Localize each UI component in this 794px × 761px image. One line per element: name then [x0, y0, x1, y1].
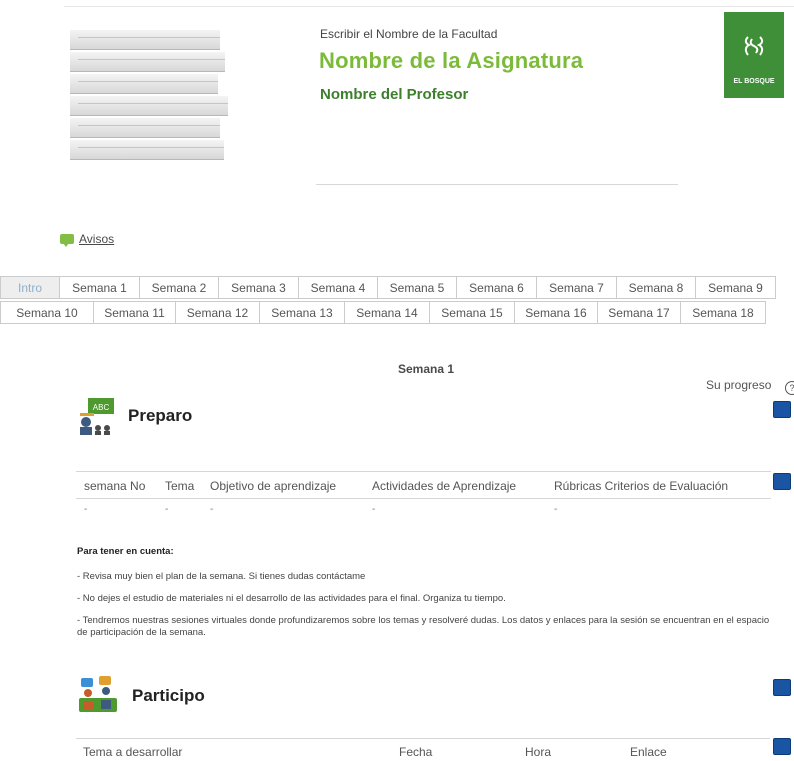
progress-label: Su progreso: [706, 378, 772, 392]
tab-semana-13[interactable]: Semana 13: [260, 301, 345, 324]
week-tabs-row-1: Intro Semana 1 Semana 2 Semana 3 Semana …: [0, 276, 776, 299]
book: [70, 96, 228, 116]
table-cell: -: [372, 504, 376, 515]
book: [70, 52, 225, 72]
preparo-icon: ABC: [80, 398, 114, 435]
university-seal-icon: [744, 36, 764, 56]
note-item: - Tendremos nuestras sesiones virtuales …: [77, 615, 770, 638]
svg-text:ABC: ABC: [93, 403, 110, 412]
tab-semana-2[interactable]: Semana 2: [140, 276, 219, 299]
notes-title: Para tener en cuenta:: [77, 546, 174, 557]
table-cell: -: [554, 504, 558, 515]
book: [70, 118, 220, 138]
note-item: - No dejes el estudio de materiales ni e…: [77, 593, 506, 604]
tab-semana-18[interactable]: Semana 18: [681, 301, 766, 324]
tab-semana-11[interactable]: Semana 11: [94, 301, 176, 324]
table-cell: -: [165, 504, 169, 515]
tab-semana-6[interactable]: Semana 6: [457, 276, 537, 299]
tab-semana-7[interactable]: Semana 7: [537, 276, 617, 299]
tab-intro[interactable]: Intro: [0, 276, 60, 299]
preparo-progress-checkbox[interactable]: [773, 401, 791, 418]
column-header: Fecha: [399, 745, 433, 759]
professor-name: Nombre del Profesor: [320, 86, 469, 103]
tab-semana-15[interactable]: Semana 15: [430, 301, 515, 324]
tab-semana-4[interactable]: Semana 4: [299, 276, 378, 299]
books-image: [70, 12, 230, 167]
book: [70, 140, 224, 160]
tab-semana-12[interactable]: Semana 12: [176, 301, 260, 324]
logo-text: EL BOSQUE: [733, 78, 775, 85]
table-cell: -: [84, 504, 88, 515]
tab-semana-16[interactable]: Semana 16: [515, 301, 598, 324]
participo-title: Participo: [132, 686, 205, 705]
chat-bubble-icon: [60, 234, 74, 247]
participo-table-header: Tema a desarrollar Fecha Hora Enlace: [76, 738, 770, 761]
column-header: Objetivo de aprendizaje: [210, 479, 337, 493]
header-divider: [316, 184, 678, 185]
preparo-table-header: semana No Tema Objetivo de aprendizaje A…: [76, 471, 771, 499]
faculty-name: Escribir el Nombre de la Facultad: [320, 27, 498, 41]
participo-table-checkbox[interactable]: [773, 738, 791, 755]
week-tabs-row-2: Semana 10 Semana 11 Semana 12 Semana 13 …: [0, 301, 766, 324]
column-header: Enlace: [630, 745, 667, 759]
tab-semana-17[interactable]: Semana 17: [598, 301, 681, 324]
tab-semana-1[interactable]: Semana 1: [60, 276, 140, 299]
tab-semana-3[interactable]: Semana 3: [219, 276, 299, 299]
column-header: Hora: [525, 745, 552, 759]
column-header: Actividades de Aprendizaje: [372, 479, 517, 493]
tab-semana-8[interactable]: Semana 8: [617, 276, 696, 299]
participo-progress-checkbox[interactable]: [773, 679, 791, 696]
help-icon[interactable]: ?: [785, 381, 794, 395]
tab-semana-5[interactable]: Semana 5: [378, 276, 457, 299]
tab-semana-9[interactable]: Semana 9: [696, 276, 776, 299]
book: [70, 74, 218, 94]
table-row: - - - - -: [76, 504, 766, 516]
participo-icon: [79, 676, 117, 712]
note-item: - Revisa muy bien el plan de la semana. …: [77, 571, 366, 582]
book: [70, 30, 220, 50]
notices-link[interactable]: Avisos: [60, 232, 114, 247]
column-header: Rúbricas Criterios de Evaluación: [554, 479, 729, 493]
tab-semana-14[interactable]: Semana 14: [345, 301, 430, 324]
column-header: semana No: [84, 479, 146, 493]
preparo-table-checkbox[interactable]: [773, 473, 791, 490]
tab-semana-10[interactable]: Semana 10: [0, 301, 94, 324]
column-header: Tema: [165, 479, 195, 493]
table-cell: -: [210, 504, 214, 515]
subject-title: Nombre de la Asignatura: [319, 48, 584, 73]
notices-label[interactable]: Avisos: [79, 232, 114, 246]
university-logo: EL BOSQUE: [724, 12, 784, 98]
column-header: Tema a desarrollar: [83, 745, 183, 759]
header-top-line: [64, 6, 794, 7]
notes-section: Para tener en cuenta: - Revisa muy bien …: [77, 546, 777, 649]
week-title: Semana 1: [398, 362, 455, 376]
preparo-title: Preparo: [128, 406, 193, 425]
